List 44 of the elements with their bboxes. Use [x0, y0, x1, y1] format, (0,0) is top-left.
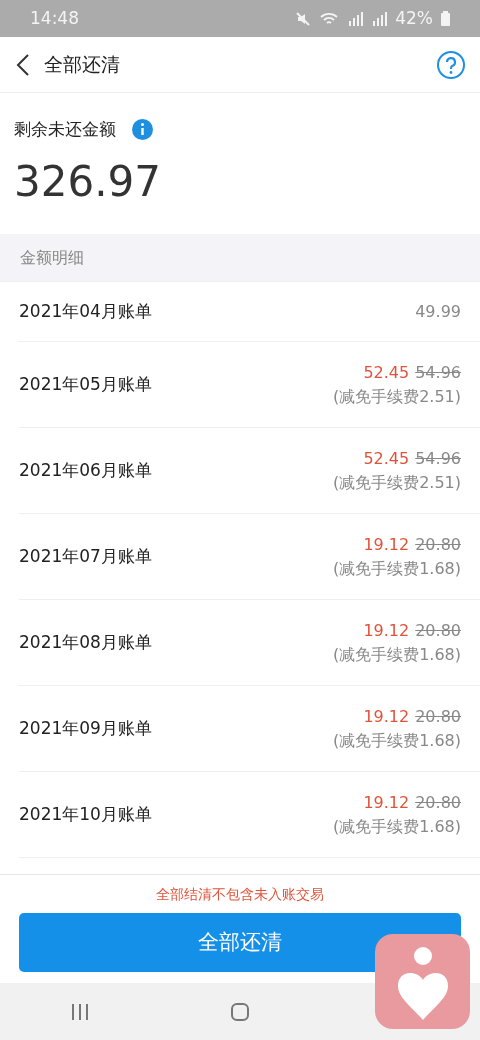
bill-name: 2021年07月账单 [19, 544, 152, 568]
battery-level: 42% [395, 6, 433, 30]
bill-name: 2021年06月账单 [19, 458, 152, 482]
fee-waiver-note: (减免手续费1.68) [332, 729, 461, 752]
original-amount: 54.96 [415, 447, 461, 470]
original-amount: 20.80 [415, 533, 461, 556]
fee-waiver-note: (减免手续费2.51) [332, 385, 461, 408]
fee-waiver-note: (减免手续费1.68) [332, 815, 461, 838]
bill-amount: 19.12 [363, 533, 410, 556]
remaining-label: 剩余未还金额 [14, 118, 116, 141]
signal-icon [371, 10, 388, 27]
help-icon[interactable] [436, 49, 466, 80]
recent-apps-icon[interactable] [70, 1002, 90, 1021]
bill-amount: 19.12 [363, 619, 410, 642]
bill-amount: 52.45 [363, 447, 410, 470]
fee-waiver-note: (减免手续费1.68) [332, 557, 461, 580]
wifi-icon [319, 10, 340, 27]
bill-amount: 52.45 [363, 361, 410, 384]
original-amount: 20.80 [415, 619, 461, 642]
bill-name: 2021年05月账单 [19, 372, 152, 396]
section-title: 金额明细 [20, 246, 84, 269]
info-icon[interactable] [132, 119, 153, 141]
bill-name: 2021年10月账单 [19, 802, 152, 826]
original-amount: 54.96 [415, 361, 461, 384]
bill-amount: 19.12 [363, 705, 410, 728]
bill-name: 2021年09月账单 [19, 716, 152, 740]
clock: 14:48 [30, 6, 79, 30]
home-icon[interactable] [230, 1001, 250, 1022]
bill-name: 2021年04月账单 [19, 299, 152, 323]
floating-app-overlay[interactable] [375, 934, 470, 1029]
battery-icon [441, 11, 450, 26]
fee-waiver-note: (减免手续费1.68) [332, 643, 461, 666]
notice-text: 全部结清不包含未入账交易 [155, 885, 325, 904]
mute-icon [295, 10, 312, 27]
back-icon[interactable] [16, 52, 30, 77]
page-title: 全部还清 [44, 52, 120, 78]
remaining-amount: 326.97 [14, 160, 162, 203]
original-amount: 20.80 [415, 705, 461, 728]
signal-icon [347, 10, 364, 27]
fee-waiver-note: (减免手续费2.51) [332, 471, 461, 494]
bill-amount: 49.99 [415, 300, 461, 323]
bill-name: 2021年08月账单 [19, 630, 152, 654]
original-amount: 20.80 [415, 791, 461, 814]
bill-amount: 19.12 [363, 791, 410, 814]
